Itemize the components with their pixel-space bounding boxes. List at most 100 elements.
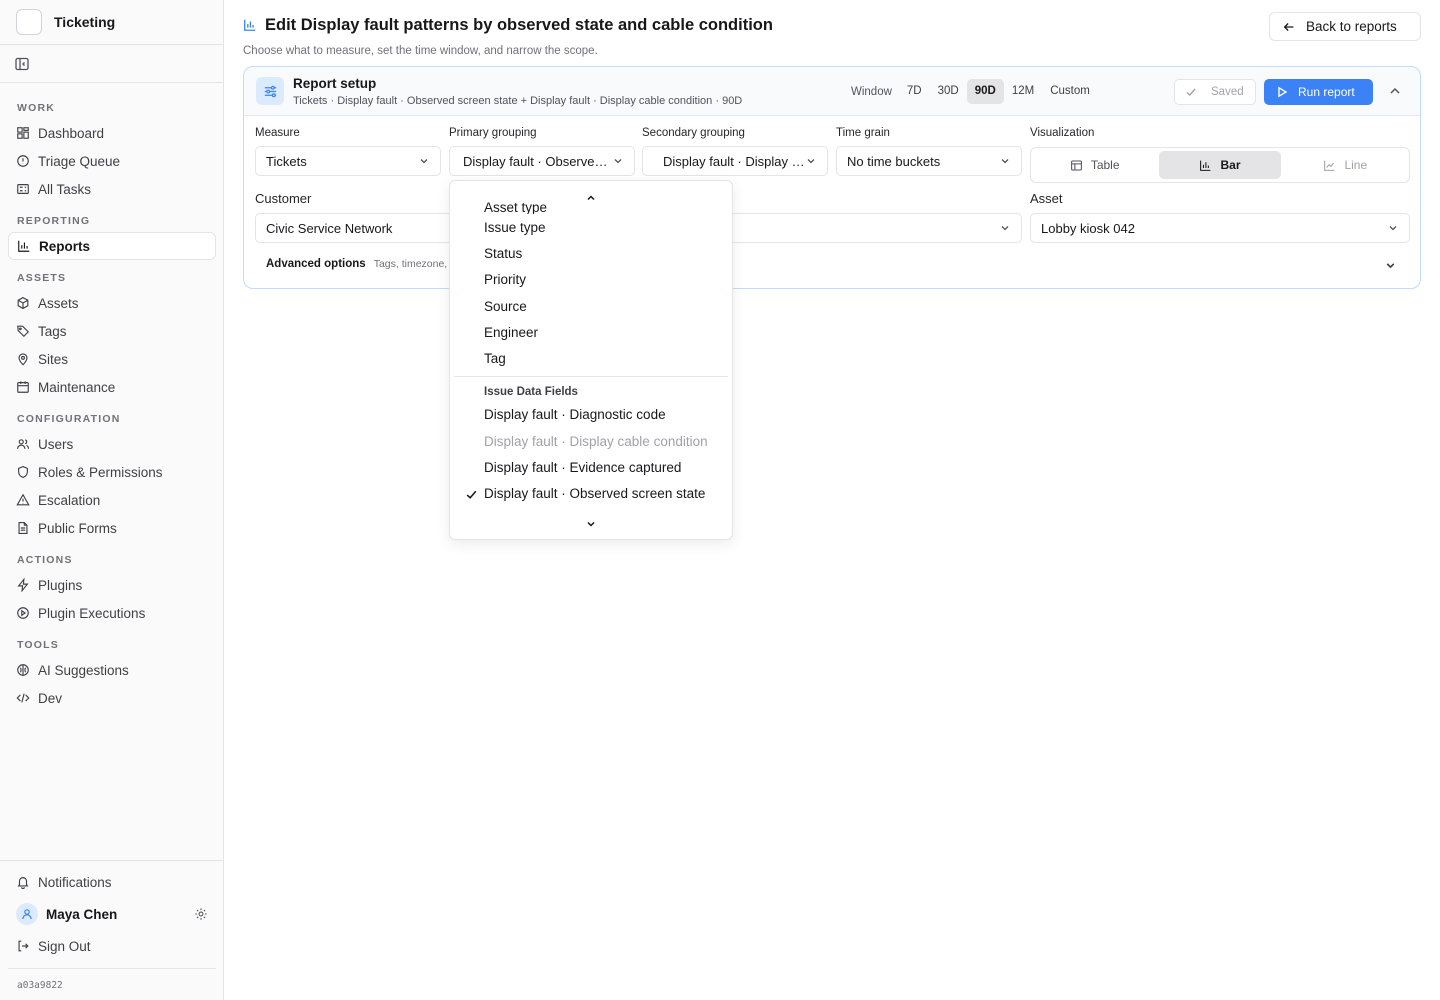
dropdown-option-label: Display fault · Display cable condition	[484, 433, 708, 449]
dropdown-option[interactable]: Issue type	[450, 214, 732, 240]
sidebar-item-plugin-executions[interactable]: Plugin Executions	[8, 599, 216, 627]
sign-out-button[interactable]: Sign Out	[8, 932, 216, 960]
measure-label: Measure	[255, 127, 300, 139]
alert-circle-icon	[17, 155, 29, 167]
run-report-button[interactable]: Run report	[1264, 79, 1373, 105]
sidebar-item-triage-queue[interactable]: Triage Queue	[8, 147, 216, 175]
visualization-option-label: Line	[1344, 158, 1368, 172]
report-setup-header[interactable]: Report setup Tickets · Display fault · O…	[244, 67, 1420, 116]
bolt-icon	[17, 578, 29, 592]
back-to-reports-button[interactable]: Back to reports	[1269, 12, 1421, 41]
saved-label: Saved	[1211, 86, 1244, 98]
sidebar-toggle-icon[interactable]	[14, 56, 30, 72]
visualization-toggle: Table Bar Line	[1030, 147, 1410, 183]
back-label: Back to reports	[1306, 19, 1397, 34]
saved-button[interactable]: Saved	[1174, 79, 1256, 105]
brand-logo	[16, 9, 42, 35]
sidebar-divider	[0, 860, 223, 861]
brand[interactable]: Ticketing	[16, 8, 115, 36]
nav-section-title: TOOLS	[17, 639, 59, 651]
sidebar-item-users[interactable]: Users	[8, 430, 216, 458]
map-pin-icon	[18, 353, 28, 366]
sidebar-footer: Notifications Maya Chen Sign Out	[8, 868, 216, 960]
window-option-custom[interactable]: Custom	[1042, 79, 1098, 104]
visualization-option-label: Table	[1090, 158, 1120, 172]
tag-icon	[17, 325, 30, 338]
visualization-option-bar[interactable]: Bar	[1159, 151, 1281, 179]
ai-icon	[17, 664, 29, 676]
dropdown-option[interactable]: Status	[450, 240, 732, 266]
primary-grouping-value: Display fault · Observed screen state	[463, 153, 612, 169]
nav-section-title: CONFIGURATION	[17, 413, 121, 425]
sidebar-item-notifications[interactable]: Notifications	[8, 868, 216, 896]
measure-select[interactable]: Tickets	[255, 146, 441, 176]
dropdown-option[interactable]: Source	[450, 293, 732, 319]
bar-chart-icon	[1200, 160, 1211, 171]
primary-grouping-dropdown: Asset type Issue type Status Priority Sourc…	[449, 180, 733, 540]
scroll-down-icon[interactable]	[584, 517, 598, 531]
gear-icon[interactable]	[194, 907, 208, 921]
chevron-down-icon[interactable]	[1384, 259, 1397, 272]
primary-grouping-select[interactable]: Display fault · Observed screen state	[449, 146, 635, 176]
chevron-up-icon[interactable]	[1388, 84, 1402, 98]
sidebar-item-reports[interactable]: Reports	[8, 232, 216, 260]
dropdown-option[interactable]: Asset type	[450, 199, 732, 214]
sidebar-item-public-forms[interactable]: Public Forms	[8, 514, 216, 542]
page-title: Edit Display fault patterns by observed …	[243, 14, 773, 36]
user-name: Maya Chen	[46, 906, 118, 922]
sidebar-item-roles-permissions[interactable]: Roles & Permissions	[8, 458, 216, 486]
window-option-90d[interactable]: 90D	[966, 79, 1004, 104]
asset-select[interactable]: Lobby kiosk 042	[1030, 213, 1410, 243]
nav-section-title: ACTIONS	[17, 554, 73, 566]
sidebar-item-label: All Tasks	[38, 181, 92, 197]
dropdown-group-title: Issue Data Fields	[484, 385, 578, 398]
customer-label: Customer	[255, 191, 312, 206]
advanced-options-title: Advanced options	[266, 258, 366, 270]
secondary-grouping-select[interactable]: Display fault · Display cable condition	[642, 146, 828, 176]
advanced-options-toggle[interactable]: Advanced options Tags, timezone, an	[266, 258, 462, 270]
page-header: Edit Display fault patterns by observed …	[243, 14, 773, 58]
dropdown-option[interactable]: Tag	[450, 345, 732, 371]
sidebar-item-all-tasks[interactable]: All Tasks	[8, 175, 216, 203]
sidebar-item-maintenance[interactable]: Maintenance	[8, 373, 216, 401]
visualization-option-table[interactable]: Table	[1034, 151, 1155, 179]
time-grain-value: No time buckets	[847, 153, 941, 169]
arrow-left-icon	[1283, 22, 1294, 31]
report-setup-summary: Tickets · Display fault · Observed scree…	[293, 95, 743, 107]
sidebar-item-dev[interactable]: Dev	[8, 684, 216, 712]
report-setup-title: Report setup	[293, 76, 377, 91]
chevron-down-icon	[807, 159, 815, 164]
asset-value: Lobby kiosk 042	[1041, 220, 1135, 236]
sidebar-item-label: Plugin Executions	[38, 605, 146, 621]
window-option-12m[interactable]: 12M	[1004, 79, 1042, 104]
dropdown-separator	[454, 375, 728, 377]
sidebar-item-dashboard[interactable]: Dashboard	[8, 119, 216, 147]
build-id: a03a9822	[17, 980, 63, 991]
dropdown-option[interactable]: Priority	[450, 267, 732, 293]
window-option-30d[interactable]: 30D	[930, 79, 967, 104]
window-option-7d[interactable]: 7D	[899, 79, 930, 104]
dropdown-option[interactable]: Display fault · Evidence captured	[450, 454, 732, 480]
sidebar-item-label: Dev	[38, 690, 63, 706]
dropdown-option-label: Display fault · Observed screen state	[484, 486, 706, 502]
sidebar-item-escalation[interactable]: Escalation	[8, 486, 216, 514]
chevron-down-icon	[1389, 226, 1397, 231]
visualization-option-line[interactable]: Line	[1285, 151, 1406, 179]
dropdown-option[interactable]: Display fault · Diagnostic code	[450, 402, 732, 428]
dropdown-option[interactable]: Engineer	[450, 319, 732, 345]
visualization-option-label: Bar	[1220, 158, 1241, 172]
sidebar-item-tags[interactable]: Tags	[8, 317, 216, 345]
sidebar-item-plugins[interactable]: Plugins	[8, 571, 216, 599]
sidebar-item-sites[interactable]: Sites	[8, 345, 216, 373]
sidebar-nav: WORK Dashboard Triage Queue All Tasks REPORT…	[8, 96, 216, 712]
bar-chart-icon	[244, 19, 256, 31]
sidebar-item-assets[interactable]: Assets	[8, 289, 216, 317]
dropdown-option-selected[interactable]: Display fault · Observed screen state	[450, 481, 732, 507]
sidebar-item-label: Dashboard	[38, 125, 105, 141]
sidebar-item-ai-suggestions[interactable]: AI Suggestions	[8, 656, 216, 684]
time-grain-select[interactable]: No time buckets	[836, 146, 1022, 176]
play-circle-icon	[17, 607, 29, 619]
user-menu[interactable]: Maya Chen	[8, 898, 216, 930]
nav-section-title: WORK	[17, 102, 56, 114]
